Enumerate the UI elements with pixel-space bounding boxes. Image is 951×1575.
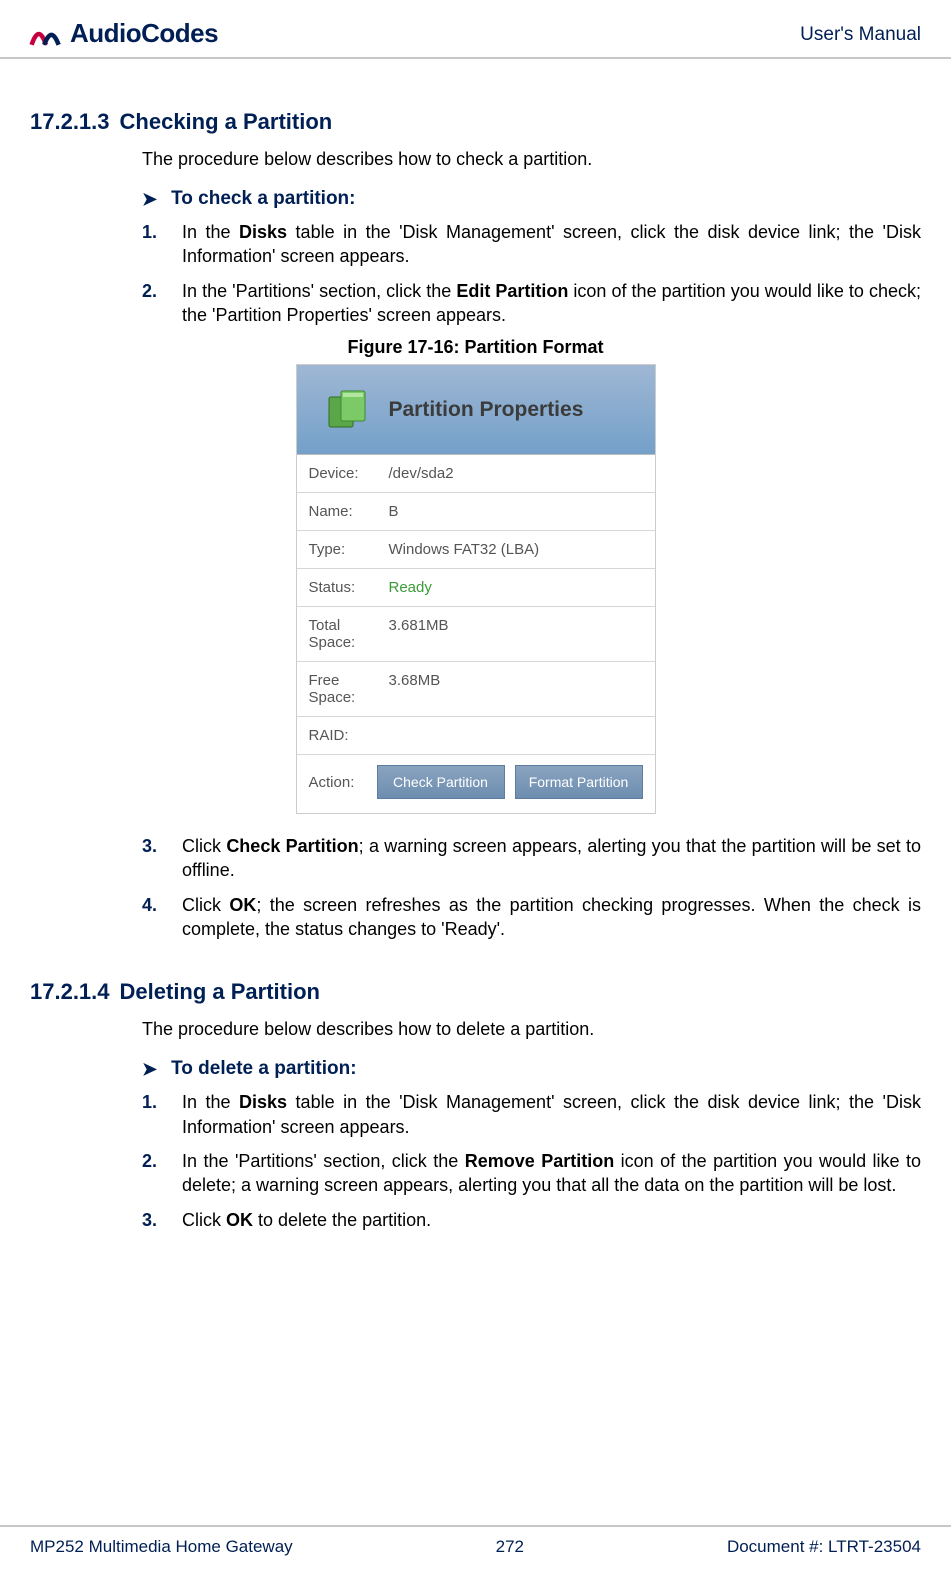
section-title: Checking a Partition (120, 109, 333, 134)
footer-document-id: Document #: LTRT-23504 (727, 1537, 921, 1557)
panel-header: Partition Properties (297, 365, 655, 455)
page-header: AudioCodes User's Manual (0, 0, 951, 59)
procedure-heading-text: To delete a partition: (171, 1058, 356, 1080)
prop-label: Total Space: (309, 617, 389, 651)
arrow-right-icon: ➤ (142, 189, 157, 210)
section-number: 17.2.1.3 (30, 109, 110, 134)
brand-logo-area: AudioCodes (28, 18, 218, 49)
step-text: In the Disks table in the 'Disk Manageme… (182, 1090, 921, 1139)
prop-value: Windows FAT32 (LBA) (389, 541, 540, 558)
section-intro: The procedure below describes how to del… (142, 1019, 921, 1040)
footer-page-number: 272 (496, 1537, 524, 1557)
check-steps-before-figure: 1. In the Disks table in the 'Disk Manag… (142, 220, 921, 327)
prop-row-raid: RAID: (297, 717, 655, 755)
list-item: 3. Click OK to delete the partition. (142, 1208, 921, 1232)
section-heading-deleting: 17.2.1.4 Deleting a Partition (30, 979, 921, 1005)
list-item: 1. In the Disks table in the 'Disk Manag… (142, 1090, 921, 1139)
step-number: 2. (142, 1149, 162, 1198)
prop-row-type: Type: Windows FAT32 (LBA) (297, 531, 655, 569)
step-number: 1. (142, 220, 162, 269)
page-footer: MP252 Multimedia Home Gateway 272 Docume… (0, 1525, 951, 1557)
folders-icon (321, 383, 375, 437)
step-text: In the 'Partitions' section, click the E… (182, 279, 921, 328)
step-text: In the Disks table in the 'Disk Manageme… (182, 220, 921, 269)
panel-title: Partition Properties (389, 398, 584, 422)
step-number: 1. (142, 1090, 162, 1139)
step-number: 3. (142, 1208, 162, 1232)
prop-row-name: Name: B (297, 493, 655, 531)
prop-label: Action: (309, 774, 367, 791)
section-number: 17.2.1.4 (30, 979, 110, 1004)
step-text: Click Check Partition; a warning screen … (182, 834, 921, 883)
prop-value: /dev/sda2 (389, 465, 454, 482)
step-number: 4. (142, 893, 162, 942)
list-item: 2. In the 'Partitions' section, click th… (142, 279, 921, 328)
check-steps-after-figure: 3. Click Check Partition; a warning scre… (142, 834, 921, 941)
prop-value: 3.681MB (389, 617, 449, 651)
figure-wrap: Partition Properties Device: /dev/sda2 N… (30, 364, 921, 814)
step-text: In the 'Partitions' section, click the R… (182, 1149, 921, 1198)
prop-label: RAID: (309, 727, 389, 744)
list-item: 1. In the Disks table in the 'Disk Manag… (142, 220, 921, 269)
prop-label: Free Space: (309, 672, 389, 706)
prop-row-free-space: Free Space: 3.68MB (297, 662, 655, 717)
partition-properties-panel: Partition Properties Device: /dev/sda2 N… (296, 364, 656, 814)
prop-value: 3.68MB (389, 672, 441, 706)
brand-name: AudioCodes (70, 18, 218, 49)
prop-label: Type: (309, 541, 389, 558)
step-text: Click OK to delete the partition. (182, 1208, 921, 1232)
procedure-heading-delete: ➤ To delete a partition: (142, 1058, 921, 1080)
list-item: 3. Click Check Partition; a warning scre… (142, 834, 921, 883)
section-heading-checking: 17.2.1.3 Checking a Partition (30, 109, 921, 135)
section-title: Deleting a Partition (120, 979, 320, 1004)
check-partition-button[interactable]: Check Partition (377, 765, 505, 799)
prop-label: Name: (309, 503, 389, 520)
arrow-right-icon: ➤ (142, 1059, 157, 1080)
section-intro: The procedure below describes how to che… (142, 149, 921, 170)
prop-value-status: Ready (389, 579, 432, 596)
page-content: 17.2.1.3 Checking a Partition The procedu… (0, 59, 951, 1232)
header-manual-label: User's Manual (800, 24, 921, 46)
prop-label: Device: (309, 465, 389, 482)
brand-logo-icon (28, 19, 64, 49)
step-text: Click OK; the screen refreshes as the pa… (182, 893, 921, 942)
figure-caption: Figure 17-16: Partition Format (30, 337, 921, 358)
format-partition-button[interactable]: Format Partition (515, 765, 643, 799)
procedure-heading-text: To check a partition: (171, 188, 355, 210)
prop-label: Status: (309, 579, 389, 596)
step-number: 2. (142, 279, 162, 328)
footer-left: MP252 Multimedia Home Gateway (30, 1537, 293, 1557)
prop-row-status: Status: Ready (297, 569, 655, 607)
prop-row-action: Action: Check Partition Format Partition (297, 755, 655, 813)
list-item: 2. In the 'Partitions' section, click th… (142, 1149, 921, 1198)
step-number: 3. (142, 834, 162, 883)
procedure-heading-check: ➤ To check a partition: (142, 188, 921, 210)
prop-value: B (389, 503, 399, 520)
prop-row-total-space: Total Space: 3.681MB (297, 607, 655, 662)
prop-row-device: Device: /dev/sda2 (297, 455, 655, 493)
delete-steps: 1. In the Disks table in the 'Disk Manag… (142, 1090, 921, 1231)
list-item: 4. Click OK; the screen refreshes as the… (142, 893, 921, 942)
